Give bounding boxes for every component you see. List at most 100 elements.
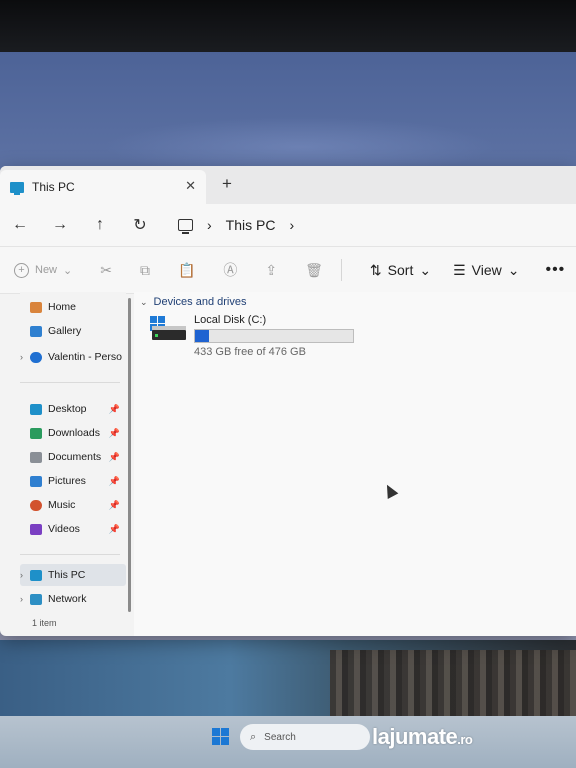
chevron-right-icon[interactable]: ›	[20, 352, 23, 362]
more-options-button[interactable]: •••	[545, 261, 565, 279]
file-list-pane: ⌄ Devices and drives Local Disk (C:) 433 …	[134, 292, 576, 636]
sidebar-item-this-pc[interactable]: › This PC	[20, 564, 126, 586]
chevron-down-icon: ⌄	[507, 261, 520, 278]
new-button[interactable]: + New ⌄	[14, 262, 73, 278]
watermark-suffix: .ro	[457, 732, 473, 747]
rename-icon[interactable]: Ⓐ	[223, 260, 237, 280]
toolbar-divider	[340, 259, 342, 281]
chevron-down-icon: ⌄	[419, 261, 432, 278]
forward-button[interactable]: →	[40, 216, 80, 234]
file-explorer-window: This PC ✕ + ← → ↑ ↻ › This PC › + New ⌄ …	[0, 166, 576, 636]
navigation-bar: ← → ↑ ↻ › This PC ›	[0, 204, 576, 246]
sidebar-scrollbar[interactable]	[128, 298, 131, 612]
sidebar-item-label: Desktop	[48, 403, 87, 415]
sidebar-item-home[interactable]: Home	[20, 296, 126, 318]
monitor-bezel	[0, 0, 576, 52]
sidebar-item-label: Gallery	[48, 325, 82, 337]
new-tab-button[interactable]: +	[222, 174, 232, 194]
sidebar-item-label: Downloads	[48, 427, 100, 439]
sidebar-item-label: Home	[48, 301, 77, 313]
sidebar-item-network[interactable]: › Network	[20, 588, 126, 610]
view-button[interactable]: ☰ View ⌄	[453, 262, 519, 279]
drive-item-c[interactable]: Local Disk (C:) 433 GB free of 476 GB	[150, 312, 380, 362]
drive-usage-fill	[195, 330, 210, 342]
breadcrumb-separator-icon[interactable]: ›	[207, 217, 212, 233]
tab-title: This PC	[32, 180, 75, 194]
pin-icon[interactable]: 📌	[109, 404, 120, 415]
sidebar-item-label: Valentin - Perso	[48, 351, 122, 363]
chevron-down-icon: ⌄	[63, 264, 73, 277]
computer-icon	[178, 219, 193, 234]
tab-this-pc[interactable]: This PC ✕	[0, 170, 206, 204]
chevron-down-icon: ⌄	[140, 297, 148, 307]
sidebar-item-desktop[interactable]: Desktop 📌	[20, 398, 126, 420]
close-tab-icon[interactable]: ✕	[185, 178, 196, 194]
command-bar: + New ⌄ ✂ ⧉ 📋 Ⓐ ⇪ 🗑 ⇅ Sort ⌄ ☰ View ⌄ ••…	[0, 246, 576, 294]
sidebar-item-downloads[interactable]: Downloads 📌	[20, 422, 126, 444]
pin-icon[interactable]: 📌	[109, 476, 120, 487]
drive-free-space: 433 GB free of 476 GB	[194, 346, 306, 358]
cloud-icon	[30, 351, 42, 363]
status-item-count: 1 item	[32, 618, 57, 628]
watermark-logo: lajumate.ro	[372, 724, 473, 750]
desktop-icon	[30, 403, 42, 415]
pictures-icon	[30, 475, 42, 487]
navigation-pane: Home Gallery › Valentin - Perso Desktop …	[20, 292, 126, 636]
pin-icon[interactable]: 📌	[109, 500, 120, 511]
copy-icon[interactable]: ⧉	[140, 262, 150, 279]
breadcrumb-expand-icon[interactable]: ›	[289, 217, 294, 233]
network-icon	[30, 593, 42, 605]
breadcrumb-this-pc[interactable]: This PC	[226, 217, 276, 233]
sort-label: Sort	[387, 262, 414, 278]
delete-icon[interactable]: 🗑	[305, 262, 323, 279]
home-icon	[30, 301, 42, 313]
pin-icon[interactable]: 📌	[109, 524, 120, 535]
sidebar-item-pictures[interactable]: Pictures 📌	[20, 470, 126, 492]
pin-icon[interactable]: 📌	[109, 428, 120, 439]
paste-icon[interactable]: 📋	[178, 262, 195, 279]
back-button[interactable]: ←	[0, 216, 40, 234]
view-label: View	[471, 262, 502, 278]
video-icon	[30, 523, 42, 535]
address-bar[interactable]: › This PC ›	[178, 217, 294, 234]
taskbar-search[interactable]: ⌕ Search	[240, 724, 370, 750]
sidebar-item-label: Documents	[48, 451, 102, 463]
search-icon: ⌕	[250, 730, 257, 743]
computer-icon	[30, 569, 42, 581]
monitor-icon	[10, 181, 24, 195]
up-button[interactable]: ↑	[80, 216, 120, 234]
sidebar-item-documents[interactable]: Documents 📌	[20, 446, 126, 468]
chevron-right-icon[interactable]: ›	[20, 570, 23, 580]
drive-usage-bar	[194, 329, 354, 343]
sidebar-item-label: Pictures	[48, 475, 86, 487]
refresh-button[interactable]: ↻	[120, 215, 160, 235]
drive-name: Local Disk (C:)	[194, 314, 267, 326]
sidebar-item-label: Network	[48, 593, 87, 605]
cut-icon[interactable]: ✂	[100, 262, 112, 279]
sidebar-item-label: Videos	[48, 523, 80, 535]
start-button[interactable]	[212, 728, 229, 745]
gallery-icon	[30, 325, 42, 337]
sidebar-divider	[20, 382, 120, 383]
pin-icon[interactable]: 📌	[109, 452, 120, 463]
music-icon	[30, 499, 42, 511]
view-icon: ☰	[453, 261, 466, 278]
sort-icon: ⇅	[369, 261, 382, 278]
group-header[interactable]: ⌄ Devices and drives	[140, 296, 246, 308]
watermark-brand: lajumate	[372, 724, 458, 749]
sidebar-item-gallery[interactable]: Gallery	[20, 320, 126, 342]
group-header-label: Devices and drives	[153, 296, 247, 308]
share-icon[interactable]: ⇪	[265, 262, 277, 279]
sidebar-item-videos[interactable]: Videos 📌	[20, 518, 126, 540]
sidebar-item-onedrive[interactable]: › Valentin - Perso	[20, 346, 126, 368]
sidebar-item-label: Music	[48, 499, 76, 511]
sidebar-divider	[20, 554, 120, 555]
search-placeholder: Search	[264, 731, 296, 743]
sidebar-item-music[interactable]: Music 📌	[20, 494, 126, 516]
sidebar-item-label: This PC	[48, 569, 86, 581]
sort-button[interactable]: ⇅ Sort ⌄	[370, 262, 431, 279]
new-label: New	[35, 264, 58, 276]
chevron-right-icon[interactable]: ›	[20, 594, 23, 604]
taskbar: ⌕ Search	[0, 716, 576, 768]
drive-led-icon	[155, 334, 158, 337]
